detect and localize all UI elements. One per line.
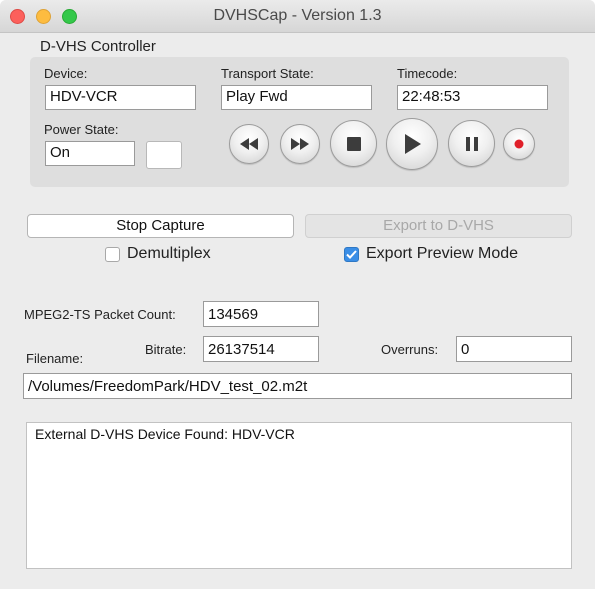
pause-button[interactable] [448, 120, 495, 167]
device-field[interactable]: HDV-VCR [45, 85, 196, 110]
bitrate-field[interactable]: 26137514 [203, 336, 319, 362]
overruns-label: Overruns: [381, 342, 439, 357]
power-indicator [146, 141, 182, 169]
export-to-dvhs-button[interactable]: Export to D-VHS [305, 214, 572, 238]
record-button[interactable] [503, 128, 535, 160]
demultiplex-checkbox-row[interactable]: Demultiplex [105, 245, 211, 263]
transport-state-field[interactable]: Play Fwd [221, 85, 372, 110]
record-icon [514, 139, 524, 149]
stop-capture-button[interactable]: Stop Capture [27, 214, 294, 238]
fast-forward-icon [291, 138, 309, 150]
bitrate-label: Bitrate: [145, 342, 187, 357]
transport-state-label: Transport State: [221, 66, 314, 81]
log-line: External D-VHS Device Found: HDV-VCR [35, 426, 295, 442]
device-label: Device: [44, 66, 88, 81]
overruns-field[interactable]: 0 [456, 336, 572, 362]
filename-label: Filename: [26, 351, 84, 366]
fast-forward-button[interactable] [280, 124, 320, 164]
export-preview-checkbox[interactable] [344, 246, 359, 262]
title-bar[interactable]: DVHSCap - Version 1.3 [0, 0, 595, 33]
export-preview-checkbox-row[interactable]: Export Preview Mode [344, 245, 518, 263]
window-title: DVHSCap - Version 1.3 [213, 7, 382, 24]
power-state-label: Power State: [44, 122, 119, 137]
play-icon [405, 134, 421, 154]
power-state-field[interactable]: On [45, 141, 135, 166]
checkmark-icon [346, 249, 357, 259]
stop-button[interactable] [330, 120, 377, 167]
timecode-field[interactable]: 22:48:53 [397, 85, 548, 110]
timecode-label: Timecode: [397, 66, 458, 81]
app-window: DVHSCap - Version 1.3 D-VHS Controller D… [0, 0, 595, 589]
demultiplex-checkbox[interactable] [105, 246, 120, 262]
filename-field[interactable]: /Volumes/FreedomPark/HDV_test_02.m2t [23, 373, 572, 399]
stop-icon [346, 136, 361, 151]
demultiplex-label: Demultiplex [127, 245, 211, 262]
play-button[interactable] [386, 118, 438, 170]
packet-count-label: MPEG2-TS Packet Count: [24, 307, 176, 322]
controller-group-title: D-VHS Controller [40, 38, 156, 55]
rewind-button[interactable] [229, 124, 269, 164]
pause-icon [465, 136, 478, 151]
log-area[interactable]: External D-VHS Device Found: HDV-VCR [26, 422, 572, 569]
packet-count-field[interactable]: 134569 [203, 301, 319, 327]
rewind-icon [240, 138, 258, 150]
export-preview-label: Export Preview Mode [366, 245, 519, 262]
